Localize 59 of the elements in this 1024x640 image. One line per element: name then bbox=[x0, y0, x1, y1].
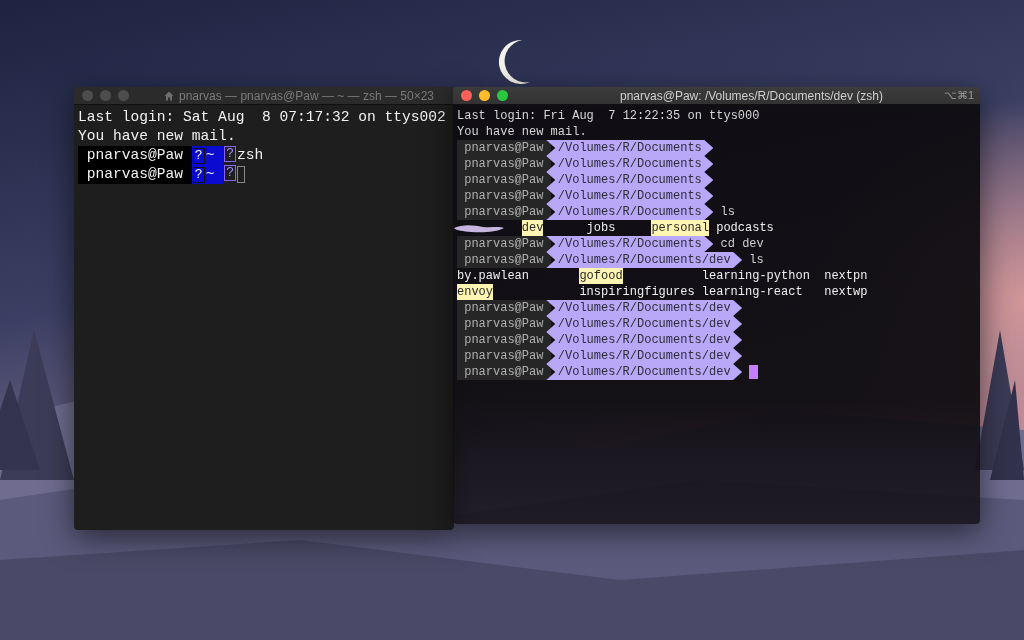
file-name: gofood bbox=[579, 268, 623, 284]
prompt-user: pnarvas@Paw bbox=[78, 165, 192, 184]
file-name: jobs bbox=[586, 220, 616, 236]
terminal-line: Last login: Sat Aug 8 07:17:32 on ttys002 bbox=[78, 108, 446, 127]
minimize-button[interactable] bbox=[479, 90, 490, 101]
command-text: ls bbox=[719, 204, 735, 220]
prompt-path: /Volumes/R/Documents bbox=[546, 140, 714, 156]
prompt-user: pnarvas@Paw bbox=[457, 348, 551, 364]
prompt-path: /Volumes/R/Documents/dev bbox=[546, 252, 743, 268]
file-name: personal bbox=[651, 220, 709, 236]
command-text: ls bbox=[748, 252, 764, 268]
command-text: cd dev bbox=[719, 236, 764, 252]
prompt-user: pnarvas@Paw bbox=[457, 364, 551, 380]
file-name: nextpn bbox=[824, 268, 868, 284]
prompt-path: /Volumes/R/Documents/dev bbox=[546, 316, 743, 332]
prompt-path: /Volumes/R/Documents bbox=[546, 172, 714, 188]
prompt-user: pnarvas@Paw bbox=[457, 332, 551, 348]
file-name: dev bbox=[521, 220, 544, 236]
directory-text: ~ bbox=[205, 146, 215, 165]
file-name: by.pawlean bbox=[457, 268, 529, 284]
placeholder-glyph: ? bbox=[192, 166, 205, 183]
zoom-button[interactable] bbox=[497, 90, 508, 101]
placeholder-glyph: ? bbox=[224, 146, 236, 162]
file-name: nextwp bbox=[824, 284, 868, 300]
prompt-path: /Volumes/R/Documents bbox=[546, 204, 714, 220]
prompt-path: /Volumes/R/Documents bbox=[546, 188, 714, 204]
placeholder-glyph: ? bbox=[224, 165, 236, 181]
shortcut-label: ⌥⌘1 bbox=[943, 89, 974, 102]
prompt-user: pnarvas@Paw bbox=[78, 146, 192, 165]
file-name: podcasts bbox=[716, 220, 774, 236]
prompt-user: pnarvas@Paw bbox=[457, 204, 551, 220]
file-name: learning-python bbox=[701, 268, 810, 284]
file-name: envoy bbox=[457, 284, 493, 300]
prompt-user: pnarvas@Paw bbox=[457, 316, 551, 332]
terminal-line: Last login: Fri Aug 7 12:22:35 on ttys000 bbox=[457, 108, 760, 124]
prompt-user: pnarvas@Paw bbox=[457, 300, 551, 316]
house-icon bbox=[164, 90, 174, 101]
prompt-user: pnarvas@Paw bbox=[457, 252, 551, 268]
prompt-user: pnarvas@Paw bbox=[457, 172, 551, 188]
prompt-path: /Volumes/R/Documents bbox=[546, 156, 714, 172]
close-button[interactable] bbox=[461, 90, 472, 101]
prompt-path: /Volumes/R/Documents/dev bbox=[546, 348, 743, 364]
prompt-user: pnarvas@Paw bbox=[457, 236, 551, 252]
terminal-line: You have new mail. bbox=[457, 124, 587, 140]
file-name: inspiringfigures bbox=[579, 284, 695, 300]
window-title: pnarvas — pnarvas@Paw — ~ — zsh — 50×23 bbox=[179, 88, 434, 103]
command-text: zsh bbox=[237, 146, 264, 165]
prompt-path: /Volumes/R/Documents/dev bbox=[546, 364, 743, 380]
window-title: pnarvas@Paw: /Volumes/R/Documents/dev (zsh) bbox=[620, 88, 883, 103]
file-name: learning-react bbox=[701, 284, 803, 300]
terminal-line: You have new mail. bbox=[78, 127, 236, 146]
prompt-user: pnarvas@Paw bbox=[457, 188, 551, 204]
prompt-path: /Volumes/R/Documents/dev bbox=[546, 300, 743, 316]
prompt-user: pnarvas@Paw bbox=[457, 156, 551, 172]
prompt-path: /Volumes/R/Documents bbox=[546, 236, 714, 252]
placeholder-glyph: ? bbox=[192, 147, 205, 164]
prompt-path: /Volumes/R/Documents/dev bbox=[546, 332, 743, 348]
prompt-user: pnarvas@Paw bbox=[457, 140, 551, 156]
directory-text: ~ bbox=[205, 165, 215, 184]
